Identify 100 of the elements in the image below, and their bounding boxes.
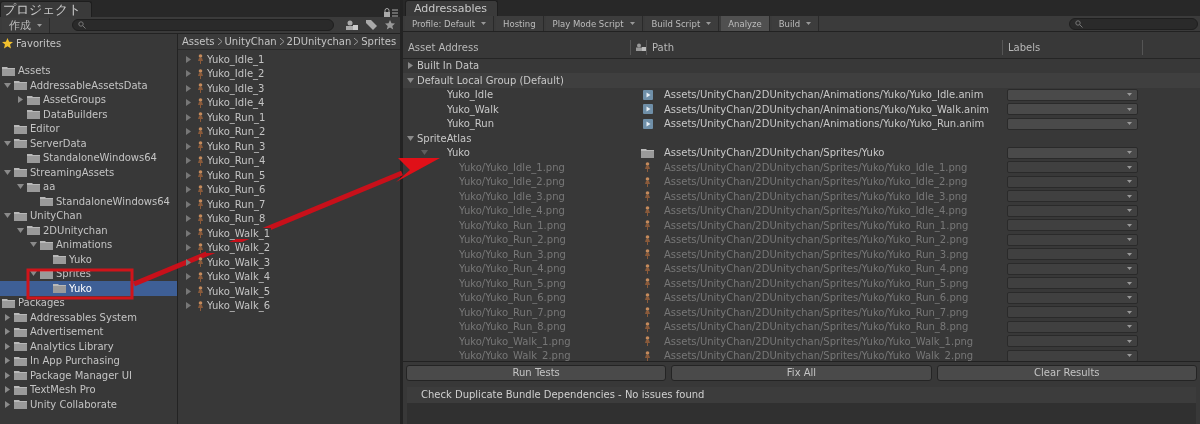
tree-item[interactable]: Addressables System — [0, 310, 177, 325]
tree-item[interactable]: Unity Collaborate — [0, 397, 177, 412]
figure-icon — [198, 54, 203, 65]
group-row[interactable]: Default Local Group (Default) — [403, 73, 1200, 88]
chevron-icon — [217, 38, 222, 45]
breadcrumb-item[interactable]: Sprites — [361, 36, 397, 47]
folder-icon — [14, 80, 27, 91]
column-header[interactable]: Labels — [1003, 39, 1143, 55]
figure-icon — [198, 170, 203, 181]
tree-item[interactable]: ServerData — [0, 136, 177, 151]
project-tab[interactable]: プロジェクト — [0, 1, 92, 17]
search-field[interactable] — [1069, 17, 1198, 30]
caret-icon — [1127, 180, 1132, 184]
asset-item[interactable]: Yuko_Idle_3 — [206, 82, 266, 94]
toolbar-button[interactable]: Analyze — [721, 16, 770, 31]
asset-path: Assets/UnityChan/2DUnitychan/Sprites/Yuko/Yuko_Run_1.png — [664, 220, 969, 231]
asset-item[interactable]: Yuko_Run_8 — [206, 213, 267, 225]
folder-icon — [40, 239, 53, 250]
tree-item[interactable]: AddressableAssetsData — [0, 78, 177, 93]
figure-icon — [645, 322, 650, 332]
favorites-item[interactable]: Favorites — [0, 36, 177, 51]
action-button[interactable]: Run Tests — [406, 364, 667, 381]
star-icon — [2, 37, 13, 49]
tree-item[interactable]: Yuko — [0, 252, 177, 267]
group-label: Default Local Group (Default) — [417, 75, 564, 86]
result-row[interactable]: Check Duplicate Bundle Dependencies - No issues found — [407, 386, 1196, 403]
tree-item[interactable]: In App Purchasing — [0, 353, 177, 368]
asset-address: Yuko/Yuko_Run_3.png — [459, 249, 566, 260]
tree-item[interactable]: aa — [0, 179, 177, 194]
tree-item[interactable]: Yuko — [0, 281, 177, 296]
figure-icon — [198, 228, 203, 239]
asset-path: Assets/UnityChan/2DUnitychan/Animations/Yuko/Yuko_Run.anim — [664, 118, 985, 130]
asset-path: Assets/UnityChan/2DUnitychan/Sprites/Yuko/Yuko_Run_2.png — [664, 234, 969, 246]
asset-item[interactable]: Yuko_Run_3 — [206, 140, 267, 152]
expand-arrow-icon[interactable] — [4, 139, 11, 147]
figure-icon — [198, 141, 203, 152]
figure-icon — [645, 264, 650, 274]
action-button[interactable]: Clear Results — [936, 364, 1197, 381]
breadcrumb-item[interactable]: Assets — [182, 36, 215, 47]
animation-icon — [642, 90, 653, 100]
group-row[interactable]: SpriteAtlas — [403, 131, 1200, 146]
column-header[interactable]: Path — [647, 39, 1003, 55]
column-header[interactable]: Asset Address — [403, 39, 631, 55]
figure-icon — [198, 126, 203, 137]
asset-address: Yuko/Yuko_Idle_1.png — [459, 162, 565, 173]
asset-item[interactable]: Yuko_Walk_1 — [206, 227, 272, 239]
asset-item[interactable]: Yuko_Run_7 — [206, 198, 267, 210]
star-icon[interactable] — [385, 20, 395, 30]
labels-dropdown[interactable] — [1007, 89, 1138, 101]
folder-icon — [14, 123, 27, 134]
asset-item[interactable]: Yuko_Walk_3 — [206, 256, 272, 268]
asset-item[interactable]: Yuko_Run_5 — [206, 169, 267, 181]
caret-icon — [629, 22, 635, 25]
tree-item[interactable]: Advertisement — [0, 324, 177, 339]
figure-icon — [645, 351, 650, 361]
asset-item[interactable]: Yuko_Run_1 — [206, 111, 267, 123]
asset-item[interactable]: Yuko_Walk_6 — [206, 300, 272, 312]
figure-icon — [645, 336, 650, 347]
asset-address: Yuko/Yuko_Run_5.png — [459, 278, 566, 289]
tree-item[interactable]: Analytics Library — [0, 339, 177, 354]
tree-item[interactable]: DataBuilders — [0, 107, 177, 122]
expand-arrow-icon[interactable] — [30, 270, 37, 278]
asset-item[interactable]: Yuko_Walk_2 — [206, 242, 272, 254]
asset-item[interactable]: Yuko_Run_4 — [206, 155, 267, 167]
search-field[interactable] — [72, 19, 334, 31]
tree-item[interactable]: StandaloneWindows64 — [0, 150, 177, 165]
breadcrumb-item[interactable]: UnityChan — [224, 36, 277, 47]
asset-item[interactable]: Yuko_Walk_5 — [206, 285, 272, 297]
asset-item[interactable]: Yuko_Run_6 — [206, 184, 267, 196]
tree-item[interactable]: AssetGroups — [0, 92, 177, 107]
labels-dropdown[interactable] — [1007, 118, 1138, 130]
labels-dropdown[interactable] — [1007, 147, 1138, 159]
labels-dropdown[interactable] — [1007, 103, 1138, 116]
asset-item[interactable]: Yuko_Run_2 — [206, 126, 267, 138]
tree-item[interactable]: StandaloneWindows64 — [0, 194, 177, 209]
tree-item[interactable]: UnityChan — [0, 208, 177, 223]
asset-item[interactable]: Yuko_Idle_1 — [206, 53, 266, 65]
breadcrumb-item[interactable]: 2DUnitychan — [286, 36, 352, 47]
tree-item[interactable]: TextMesh Pro — [0, 382, 177, 397]
asset-path: Assets/UnityChan/2DUnitychan/Sprites/Yuko/Yuko_Idle_3.png — [664, 191, 968, 202]
caret-icon — [37, 23, 42, 27]
caret-icon — [1127, 354, 1132, 358]
tree-item[interactable]: StreamingAssets — [0, 165, 177, 180]
asset-item[interactable]: Yuko_Walk_4 — [206, 271, 272, 283]
tag-icon[interactable] — [366, 20, 377, 30]
tree-item[interactable]: 2DUnitychan — [0, 223, 177, 238]
figure-icon — [198, 300, 203, 311]
asset-item[interactable]: Yuko_Idle_4 — [206, 97, 266, 109]
figure-icon — [645, 249, 650, 260]
asset-address: Yuko/Yuko_Run_4.png — [459, 263, 566, 275]
tree-item[interactable]: Packages — [0, 295, 177, 310]
tree-item[interactable]: Package Manager UI — [0, 368, 177, 383]
tree-item[interactable]: Editor — [0, 121, 177, 136]
tree-item[interactable]: Animations — [0, 237, 177, 252]
tree-item[interactable]: Assets — [0, 63, 177, 78]
addressables-tab[interactable]: Addressables — [405, 0, 499, 16]
asset-item[interactable]: Yuko_Idle_2 — [206, 68, 266, 80]
filter-by-type-icon[interactable] — [346, 20, 358, 30]
action-button[interactable]: Fix All — [671, 364, 932, 381]
group-row[interactable]: Built In Data — [403, 58, 1200, 74]
